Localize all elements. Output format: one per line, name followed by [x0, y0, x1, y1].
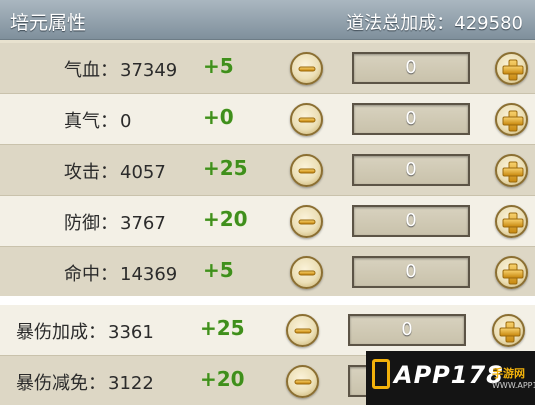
attribute-row: 攻击： 4057 +25 0 — [0, 145, 535, 196]
attribute-row: 防御： 3767 +20 0 — [0, 196, 535, 247]
watermark-brand: APP178 — [394, 361, 504, 389]
increase-button[interactable] — [495, 52, 528, 85]
attribute-bonus: +5 — [203, 54, 234, 78]
increase-button[interactable] — [495, 205, 528, 238]
attribute-separator: ： — [100, 162, 118, 183]
decrease-button[interactable] — [290, 205, 323, 238]
attribute-label: 暴伤加成 — [16, 322, 88, 343]
minus-icon — [298, 219, 315, 224]
attribute-bonus: +20 — [200, 367, 245, 391]
attribute-bonus: +25 — [203, 156, 248, 180]
attribute-separator: ： — [100, 111, 118, 132]
increase-button[interactable] — [495, 154, 528, 187]
attribute-bonus: +0 — [203, 105, 234, 129]
allocate-input[interactable]: 0 — [352, 154, 470, 186]
attribute-stat: 气血： 37349 — [64, 56, 177, 82]
attribute-label: 攻击 — [64, 162, 100, 183]
decrease-button[interactable] — [290, 103, 323, 136]
total-bonus: 道法总加成：429580 — [346, 9, 523, 35]
minus-icon — [298, 66, 315, 71]
attribute-label: 暴伤减免 — [16, 373, 88, 394]
attribute-value: 3767 — [120, 213, 166, 234]
attribute-row: 命中： 14369 +5 0 — [0, 247, 535, 296]
attribute-separator: ： — [88, 373, 106, 394]
attribute-value: 4057 — [120, 162, 166, 183]
watermark-url: WWW.APP178.COM — [492, 381, 535, 390]
allocate-input[interactable]: 0 — [352, 103, 470, 135]
plus-icon — [502, 161, 523, 182]
attribute-value: 14369 — [120, 264, 178, 285]
allocate-input[interactable]: 0 — [352, 52, 470, 84]
minus-icon — [294, 328, 311, 333]
attribute-separator: ： — [100, 264, 118, 285]
decrease-button[interactable] — [286, 365, 319, 398]
attribute-row: 暴伤加成： 3361 +25 0 — [0, 305, 535, 356]
plus-icon — [502, 59, 523, 80]
allocate-input[interactable]: 0 — [352, 205, 470, 237]
increase-button[interactable] — [495, 256, 528, 289]
attribute-value: 0 — [120, 111, 132, 132]
attribute-value: 3361 — [108, 322, 154, 343]
increase-button[interactable] — [492, 314, 525, 347]
attribute-bonus: +25 — [200, 316, 245, 340]
plus-icon — [502, 110, 523, 131]
section-gap — [0, 296, 535, 305]
plus-icon — [502, 212, 523, 233]
attribute-stat: 暴伤加成： 3361 — [16, 318, 154, 344]
minus-icon — [298, 270, 315, 275]
total-bonus-label: 道法总加成 — [346, 13, 437, 34]
decrease-button[interactable] — [290, 154, 323, 187]
site-watermark: APP178 手游网 WWW.APP178.COM — [366, 351, 535, 405]
panel-header: 培元属性 道法总加成：429580 — [0, 0, 535, 40]
attribute-value: 37349 — [120, 60, 178, 81]
allocate-input[interactable]: 0 — [348, 314, 466, 346]
panel-title: 培元属性 — [10, 12, 87, 34]
attribute-row: 气血： 37349 +5 0 — [0, 43, 535, 94]
minus-icon — [298, 168, 315, 173]
attribute-stat: 防御： 3767 — [64, 209, 166, 235]
watermark-sub: 手游网 — [492, 367, 525, 380]
allocate-input[interactable]: 0 — [352, 256, 470, 288]
total-bonus-value: 429580 — [454, 13, 523, 34]
attribute-label: 命中 — [64, 264, 100, 285]
attribute-stat: 暴伤减免： 3122 — [16, 369, 154, 395]
attribute-value: 3122 — [108, 373, 154, 394]
attribute-separator: ： — [100, 60, 118, 81]
attribute-stat: 真气： 0 — [64, 107, 131, 133]
decrease-button[interactable] — [286, 314, 319, 347]
attribute-stat: 命中： 14369 — [64, 260, 177, 286]
decrease-button[interactable] — [290, 52, 323, 85]
attribute-stat: 攻击： 4057 — [64, 158, 166, 184]
decrease-button[interactable] — [290, 256, 323, 289]
attribute-row: 真气： 0 +0 0 — [0, 94, 535, 145]
attribute-label: 真气 — [64, 111, 100, 132]
attribute-label: 防御 — [64, 213, 100, 234]
phone-icon — [372, 359, 390, 389]
plus-icon — [502, 263, 523, 284]
total-bonus-separator: ： — [436, 13, 455, 34]
attribute-label: 气血 — [64, 60, 100, 81]
minus-icon — [298, 117, 315, 122]
attribute-separator: ： — [88, 322, 106, 343]
attribute-panel: 培元属性 道法总加成：429580 气血： 37349 +5 0 真气： 0 +0 … — [0, 0, 535, 296]
attribute-bonus: +20 — [203, 207, 248, 231]
attribute-bonus: +5 — [203, 258, 234, 282]
increase-button[interactable] — [495, 103, 528, 136]
attribute-separator: ： — [100, 213, 118, 234]
minus-icon — [294, 379, 311, 384]
plus-icon — [499, 321, 520, 342]
